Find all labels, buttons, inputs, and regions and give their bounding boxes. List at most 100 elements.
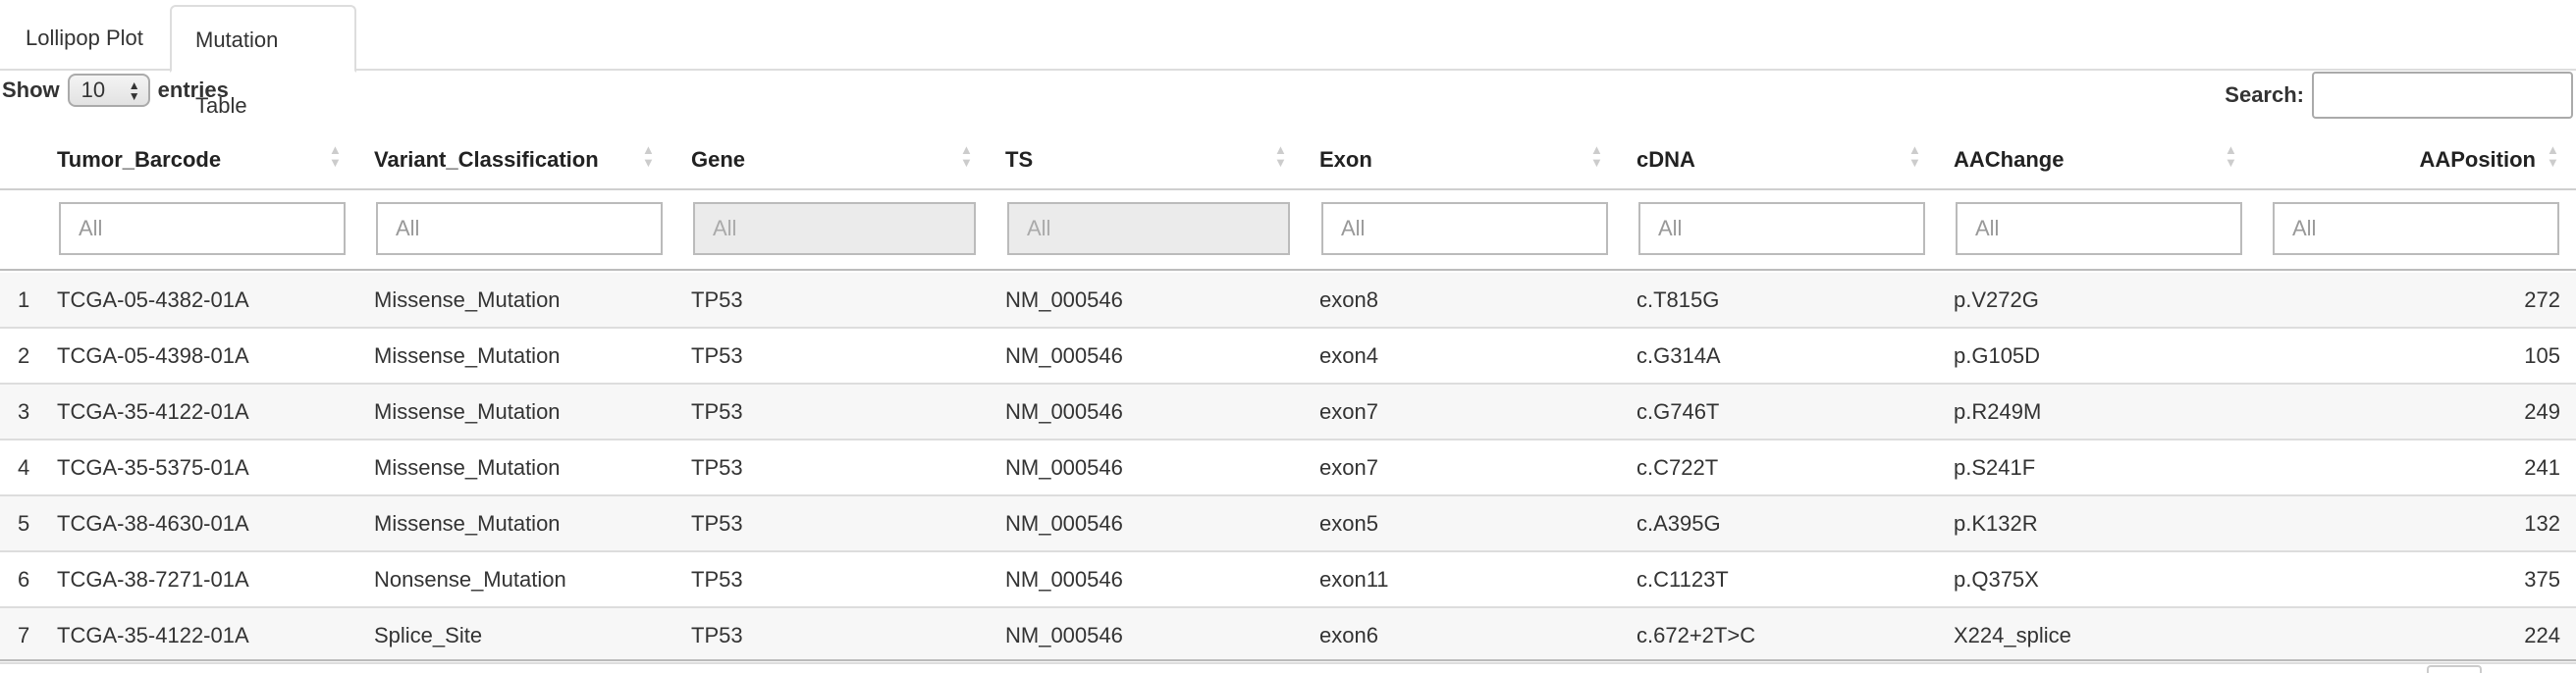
filter-input-aachange[interactable]: All (1956, 202, 2242, 255)
pagination-button[interactable] (2427, 665, 2482, 673)
column-header-gene[interactable]: Gene (691, 129, 745, 190)
cell-variant-classification: Missense_Mutation (374, 287, 561, 312)
cell-aachange: p.G105D (1954, 343, 2041, 368)
cell-ts: NM_000546 (1005, 287, 1123, 312)
filter-row: All All All All All All All All (0, 192, 2576, 271)
cell-ts: NM_000546 (1005, 623, 1123, 647)
cell-exon: exon11 (1319, 567, 1389, 592)
table-row[interactable]: 7 TCGA-35-4122-01A Splice_Site TP53 NM_00054… (0, 608, 2576, 664)
filter-input-tumor-barcode[interactable]: All (59, 202, 346, 255)
table-row[interactable]: 6 TCGA-38-7271-01A Nonsense_Mutation TP53 NM… (0, 552, 2576, 608)
cell-tumor-barcode: TCGA-38-4630-01A (57, 511, 249, 536)
cell-gene: TP53 (691, 455, 743, 480)
cell-variant-classification: Missense_Mutation (374, 343, 561, 368)
entries-label: entries (157, 78, 229, 102)
filter-input-cdna[interactable]: All (1638, 202, 1925, 255)
row-number: 2 (18, 343, 30, 368)
cell-aaposition: 241 (2524, 455, 2560, 480)
cell-aaposition: 132 (2524, 511, 2560, 536)
cell-ts: NM_000546 (1005, 455, 1123, 480)
cell-aaposition: 272 (2524, 287, 2560, 312)
cell-variant-classification: Splice_Site (374, 623, 483, 647)
row-number: 5 (18, 511, 30, 536)
cell-ts: NM_000546 (1005, 399, 1123, 424)
cell-aachange: p.Q375X (1954, 567, 2039, 592)
sort-both-icon[interactable]: ▲ ▼ (2547, 143, 2559, 169)
table-row[interactable]: 1 TCGA-05-4382-01A Missense_Mutation TP53 NM… (0, 273, 2576, 329)
cell-cdna: c.672+2T>C (1637, 623, 1756, 647)
cell-tumor-barcode: TCGA-38-7271-01A (57, 567, 249, 592)
table-header: Tumor_Barcode ▲ ▼ Variant_Classification ▲ ▼ G… (0, 129, 2576, 190)
filter-input-exon[interactable]: All (1321, 202, 1608, 255)
sort-both-icon[interactable]: ▲ ▼ (642, 143, 655, 169)
column-header-tumor-barcode[interactable]: Tumor_Barcode (57, 129, 221, 190)
cell-cdna: c.C722T (1637, 455, 1719, 480)
sort-both-icon[interactable]: ▲ ▼ (1908, 143, 1921, 169)
search-input[interactable] (2312, 72, 2573, 119)
search-control: Search: (2225, 72, 2573, 119)
search-label: Search: (2225, 82, 2304, 107)
cell-exon: exon6 (1319, 623, 1378, 647)
tab-mutation-table[interactable]: Mutation Table (170, 5, 356, 118)
cell-ts: NM_000546 (1005, 343, 1123, 368)
cell-tumor-barcode: TCGA-35-4122-01A (57, 399, 249, 424)
row-number: 4 (18, 455, 30, 480)
cell-variant-classification: Missense_Mutation (374, 455, 561, 480)
cell-ts: NM_000546 (1005, 511, 1123, 536)
cell-tumor-barcode: TCGA-35-5375-01A (57, 455, 249, 480)
cell-exon: exon4 (1319, 343, 1378, 368)
table-row[interactable]: 4 TCGA-35-5375-01A Missense_Mutation TP53 NM… (0, 440, 2576, 496)
cell-aachange: p.K132R (1954, 511, 2038, 536)
cell-gene: TP53 (691, 343, 743, 368)
column-header-variant-classification[interactable]: Variant_Classification (374, 129, 599, 190)
cell-variant-classification: Missense_Mutation (374, 511, 561, 536)
tab-bar: Lollipop Plot Mutation Table (0, 0, 2576, 118)
column-header-ts[interactable]: TS (1005, 129, 1033, 190)
cell-aaposition: 105 (2524, 343, 2560, 368)
cell-exon: exon7 (1319, 399, 1378, 424)
cell-tumor-barcode: TCGA-05-4398-01A (57, 343, 249, 368)
cell-aachange: p.R249M (1954, 399, 2042, 424)
cell-cdna: c.T815G (1637, 287, 1720, 312)
table-row[interactable]: 2 TCGA-05-4398-01A Missense_Mutation TP53 NM… (0, 329, 2576, 385)
row-number: 6 (18, 567, 30, 592)
cell-tumor-barcode: TCGA-05-4382-01A (57, 287, 249, 312)
entries-select[interactable]: 10 ▲ ▼ (67, 74, 150, 107)
column-header-cdna[interactable]: cDNA (1637, 129, 1695, 190)
cell-aachange: X224_splice (1954, 623, 2071, 647)
cell-aaposition: 375 (2524, 567, 2560, 592)
cell-gene: TP53 (691, 511, 743, 536)
cell-cdna: c.A395G (1637, 511, 1721, 536)
sort-both-icon[interactable]: ▲ ▼ (960, 143, 973, 169)
cell-aachange: p.S241F (1954, 455, 2036, 480)
cell-tumor-barcode: TCGA-35-4122-01A (57, 623, 249, 647)
show-label: Show (2, 78, 60, 102)
cell-gene: TP53 (691, 567, 743, 592)
column-header-aachange[interactable]: AAChange (1954, 129, 2064, 190)
sort-both-icon[interactable]: ▲ ▼ (1274, 143, 1287, 169)
cell-aaposition: 249 (2524, 399, 2560, 424)
cell-gene: TP53 (691, 399, 743, 424)
cell-gene: TP53 (691, 623, 743, 647)
cell-exon: exon5 (1319, 511, 1378, 536)
column-header-exon[interactable]: Exon (1319, 129, 1372, 190)
table-row[interactable]: 5 TCGA-38-4630-01A Missense_Mutation TP53 NM… (0, 496, 2576, 552)
cell-aaposition: 224 (2524, 623, 2560, 647)
cell-cdna: c.C1123T (1637, 567, 1729, 592)
table-bottom-border (0, 659, 2576, 661)
row-number: 3 (18, 399, 30, 424)
sort-both-icon[interactable]: ▲ ▼ (2225, 143, 2237, 169)
table-row[interactable]: 3 TCGA-35-4122-01A Missense_Mutation TP53 NM… (0, 385, 2576, 440)
tab-lollipop-plot[interactable]: Lollipop Plot (2, 5, 167, 71)
filter-input-variant-classification[interactable]: All (376, 202, 663, 255)
column-header-aaposition[interactable]: AAPosition (2356, 129, 2536, 190)
cell-aachange: p.V272G (1954, 287, 2039, 312)
sort-both-icon[interactable]: ▲ ▼ (1590, 143, 1603, 169)
filter-input-gene: All (693, 202, 976, 255)
cell-exon: exon7 (1319, 455, 1378, 480)
cell-cdna: c.G746T (1637, 399, 1720, 424)
filter-input-aaposition[interactable]: All (2273, 202, 2559, 255)
sort-both-icon[interactable]: ▲ ▼ (329, 143, 342, 169)
cell-ts: NM_000546 (1005, 567, 1123, 592)
entries-length-control: Show 10 ▲ ▼ entries (2, 73, 229, 108)
